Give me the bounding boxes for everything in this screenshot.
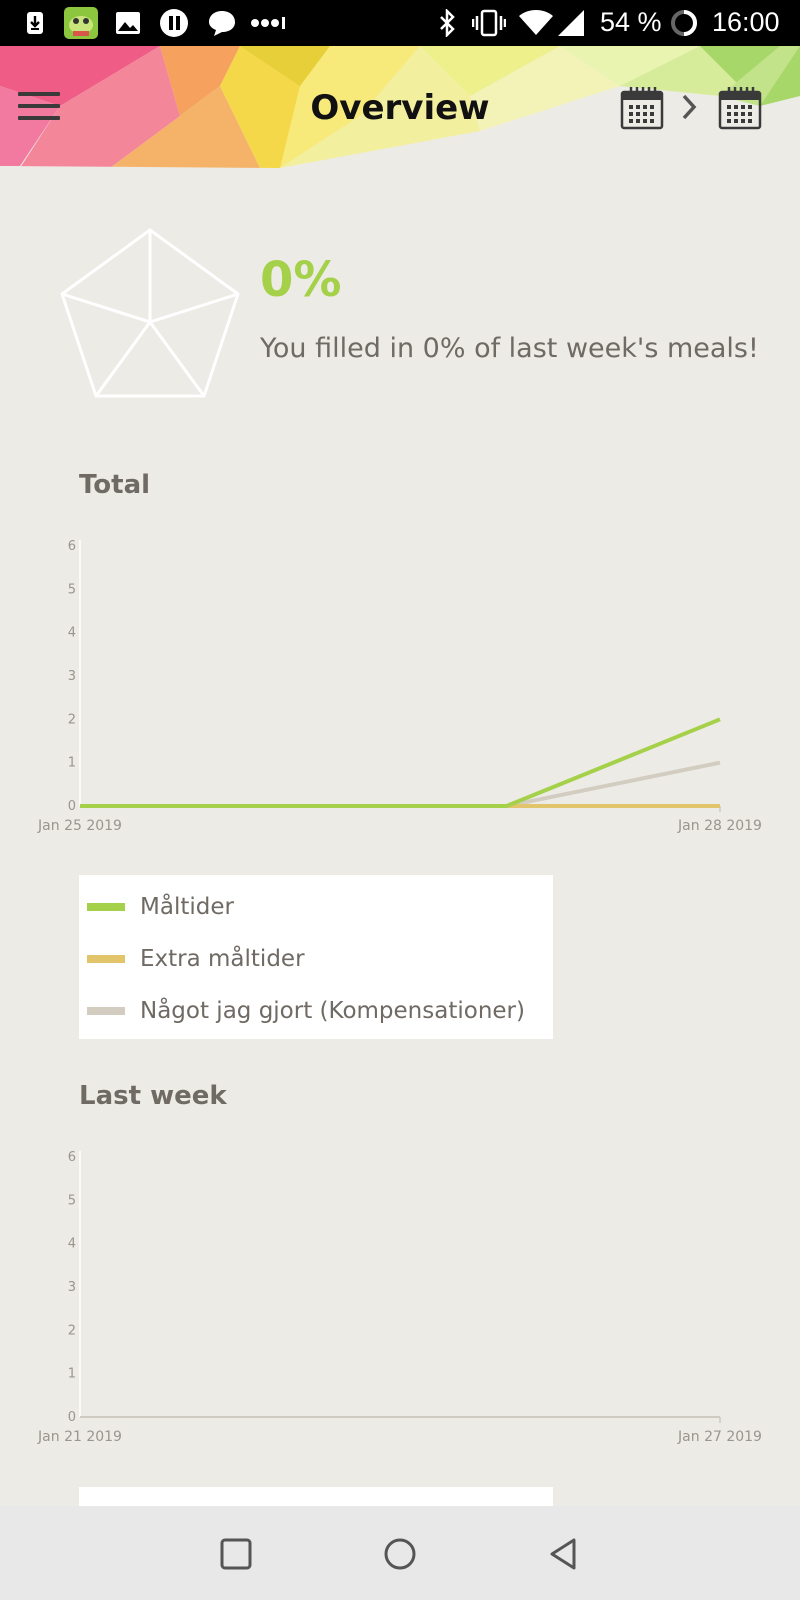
recents-button[interactable] bbox=[216, 1534, 256, 1574]
app-header: Overview bbox=[0, 46, 800, 171]
legend-label: Måltider bbox=[140, 894, 234, 920]
back-button[interactable] bbox=[544, 1534, 584, 1574]
gallery-icon bbox=[114, 10, 142, 36]
y-tick-label: 4 bbox=[68, 1237, 76, 1252]
legend-label: Något jag gjort (Kompensationer) bbox=[140, 998, 525, 1024]
calendar-icon bbox=[718, 87, 762, 130]
bluetooth-icon bbox=[436, 9, 458, 37]
x-tick-label: Jan 25 2019 bbox=[37, 818, 122, 834]
battery-icon bbox=[670, 10, 698, 36]
chart-legend: Måltider Extra måltider Något jag gjort … bbox=[79, 875, 553, 1039]
download-icon bbox=[24, 10, 46, 36]
y-tick-label: 3 bbox=[68, 1280, 76, 1295]
y-tick-label: 0 bbox=[68, 799, 76, 814]
more-icon bbox=[250, 10, 286, 36]
y-tick-label: 5 bbox=[68, 582, 76, 597]
y-tick-label: 6 bbox=[68, 1150, 76, 1165]
last-week-chart: 0 1 2 3 4 5 6 Jan 21 2019 Jan 27 2019 bbox=[37, 1150, 762, 1445]
chat-icon bbox=[206, 10, 238, 36]
signal-icon bbox=[556, 10, 586, 36]
y-tick-label: 2 bbox=[68, 712, 76, 727]
y-tick-label: 3 bbox=[68, 669, 76, 684]
vibrate-icon bbox=[472, 9, 506, 37]
y-tick-label: 1 bbox=[68, 756, 76, 771]
home-icon bbox=[384, 1538, 416, 1570]
total-chart: 0 1 2 3 4 5 6 Jan 25 2019 Jan 28 2019 bbox=[37, 539, 762, 834]
legend-item: Extra måltider bbox=[87, 939, 305, 979]
series-line bbox=[80, 717, 721, 808]
legend-item: Måltider bbox=[87, 887, 234, 927]
recents-icon bbox=[220, 1538, 252, 1570]
home-button[interactable] bbox=[380, 1534, 420, 1574]
fill-percentage: 0% bbox=[260, 252, 342, 308]
x-tick-label: Jan 28 2019 bbox=[677, 818, 762, 834]
legend-swatch bbox=[87, 955, 125, 963]
wifi-icon bbox=[518, 10, 554, 36]
y-tick-label: 5 bbox=[68, 1193, 76, 1208]
x-tick-label: Jan 21 2019 bbox=[37, 1429, 122, 1445]
y-tick-label: 2 bbox=[68, 1323, 76, 1338]
y-tick-label: 1 bbox=[68, 1367, 76, 1382]
start-date-button[interactable] bbox=[620, 86, 664, 130]
status-bar: 54 % 16:00 bbox=[0, 0, 800, 46]
total-title: Total bbox=[79, 470, 151, 500]
end-date-button[interactable] bbox=[718, 86, 762, 130]
summary-text: You filled in 0% of last week's meals! bbox=[260, 333, 759, 364]
last-week-title: Last week bbox=[79, 1081, 227, 1111]
pause-icon bbox=[158, 9, 190, 37]
chevron-right-icon bbox=[680, 90, 700, 124]
app-icon bbox=[64, 7, 98, 39]
legend-swatch bbox=[87, 903, 125, 911]
calendar-icon bbox=[620, 87, 664, 130]
legend-label: Extra måltider bbox=[140, 946, 305, 972]
back-icon bbox=[550, 1538, 576, 1570]
clock: 16:00 bbox=[712, 7, 780, 37]
y-tick-label: 6 bbox=[68, 539, 76, 554]
legend-item: Något jag gjort (Kompensationer) bbox=[87, 991, 525, 1031]
y-tick-label: 0 bbox=[68, 1410, 76, 1425]
y-tick-label: 4 bbox=[68, 626, 76, 641]
x-tick-label: Jan 27 2019 bbox=[677, 1429, 762, 1445]
radar-chart-icon bbox=[60, 228, 240, 398]
legend-swatch bbox=[87, 1007, 125, 1015]
series-line bbox=[80, 760, 721, 808]
chart-legend-2 bbox=[79, 1487, 553, 1506]
battery-percent: 54 % bbox=[600, 7, 662, 37]
navigation-bar bbox=[0, 1506, 800, 1600]
